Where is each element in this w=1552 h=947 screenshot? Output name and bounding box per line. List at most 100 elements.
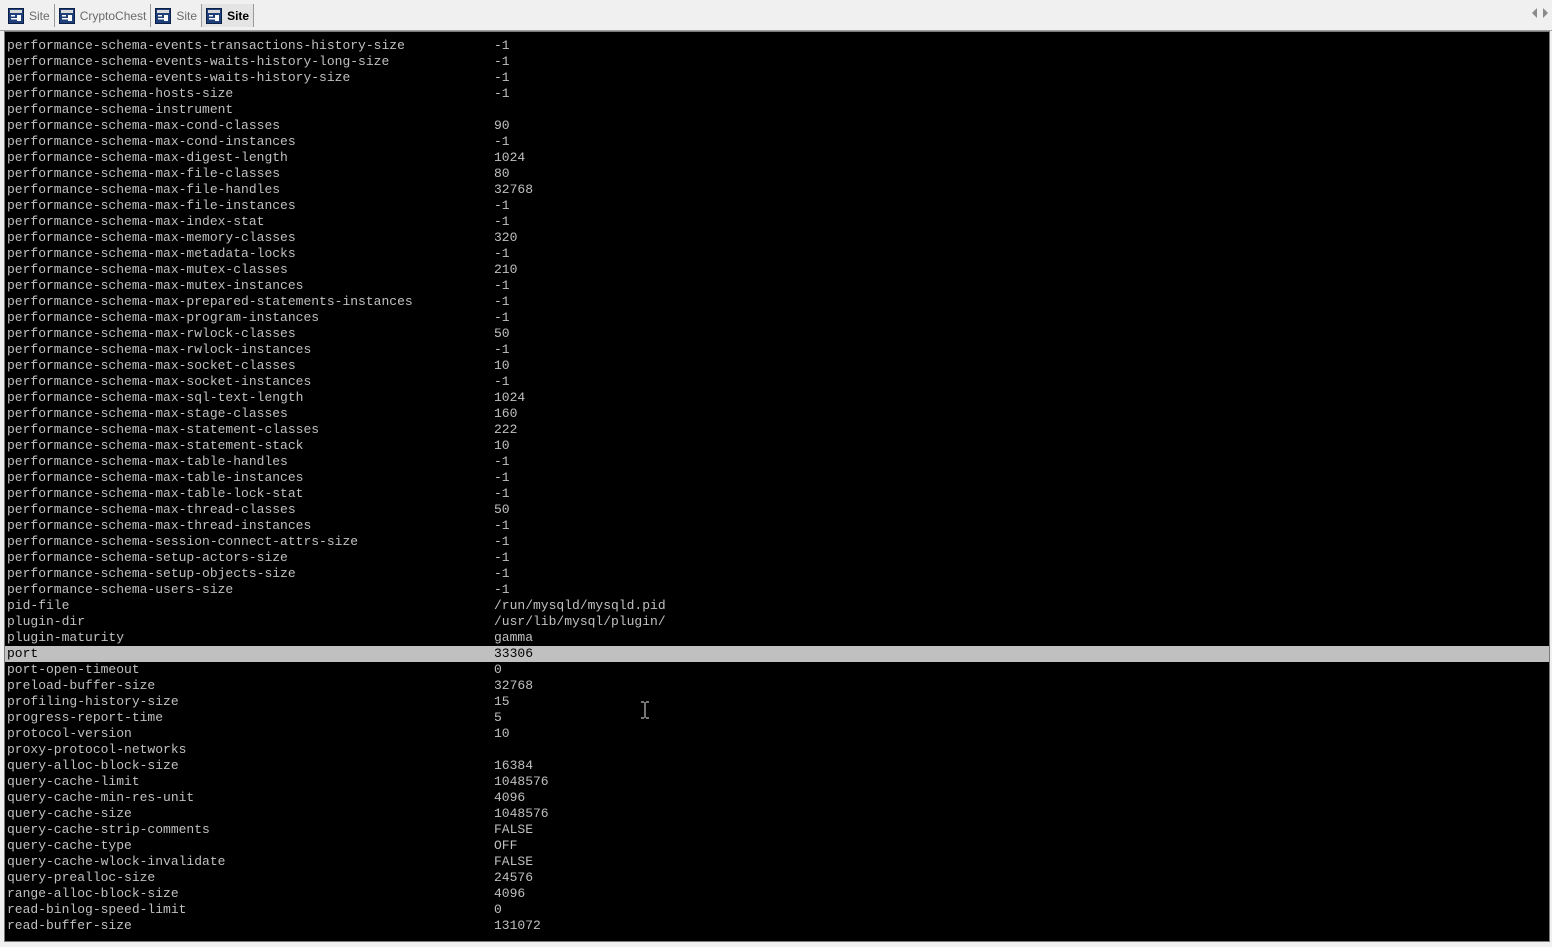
option-value: 131072 [494, 918, 541, 933]
terminal-line: port 33306 [5, 646, 1549, 662]
option-value: 33306 [494, 646, 534, 661]
option-value: 210 [494, 262, 518, 277]
session-tab-1[interactable]: Site [4, 4, 55, 27]
option-name: performance-schema-max-rwlock-instances [7, 342, 312, 357]
tab-scroll-arrows [1532, 8, 1548, 18]
option-name: protocol-version [7, 726, 132, 741]
terminal-line: query-cache-limit 1048576 [5, 774, 1549, 790]
option-name: query-cache-wlock-invalidate [7, 854, 226, 869]
option-name: performance-schema-max-statement-stack [7, 438, 304, 453]
option-name: query-cache-limit [7, 774, 140, 789]
option-name: plugin-maturity [7, 630, 125, 645]
terminal-line: performance-schema-events-waits-history-… [5, 70, 1549, 86]
terminal-line: performance-schema-max-statement-stack 10 [5, 438, 1549, 454]
scroll-left-icon[interactable] [1532, 8, 1537, 18]
option-value: gamma [494, 630, 534, 645]
tab-label: Site [227, 8, 250, 23]
option-value: 32768 [494, 678, 534, 693]
terminal-line: query-alloc-block-size 16384 [5, 758, 1549, 774]
option-value: 0 [494, 662, 502, 677]
option-name: preload-buffer-size [7, 678, 156, 693]
terminal-line: performance-schema-max-socket-instances -… [5, 374, 1549, 390]
option-value: -1 [494, 54, 510, 69]
session-tab-2[interactable]: CryptoChest [55, 4, 152, 27]
option-value: -1 [494, 342, 510, 357]
option-value: -1 [494, 470, 510, 485]
option-name: performance-schema-max-table-handles [7, 454, 288, 469]
option-name: performance-schema-max-thread-classes [7, 502, 296, 517]
tab-label: Site [176, 8, 198, 23]
option-value: -1 [494, 486, 510, 501]
terminal-line: performance-schema-session-connect-attrs… [5, 534, 1549, 550]
terminal-line: performance-schema-max-thread-classes 50 [5, 502, 1549, 518]
option-value: -1 [494, 134, 510, 149]
terminal-line: performance-schema-max-socket-classes 10 [5, 358, 1549, 374]
option-value: 80 [494, 166, 510, 181]
terminal-line: plugin-maturity gamma [5, 630, 1549, 646]
session-tab-bar: Site CryptoChest Site Site [0, 0, 1552, 31]
terminal-line: performance-schema-users-size -1 [5, 582, 1549, 598]
option-value: -1 [494, 246, 510, 261]
terminal-line: performance-schema-setup-objects-size -1 [5, 566, 1549, 582]
option-value: -1 [494, 278, 510, 293]
terminal-line: performance-schema-max-table-lock-stat -1 [5, 486, 1549, 502]
option-value: 32768 [494, 182, 534, 197]
option-name: performance-schema-max-rwlock-classes [7, 326, 296, 341]
terminal-line: protocol-version 10 [5, 726, 1549, 742]
option-name: performance-schema-max-cond-classes [7, 118, 281, 133]
terminal-line: query-cache-wlock-invalidate FALSE [5, 854, 1549, 870]
option-value: 1048576 [494, 774, 549, 789]
option-value: -1 [494, 550, 510, 565]
option-name: performance-schema-setup-objects-size [7, 566, 296, 581]
terminal-line: performance-schema-max-cond-instances -1 [5, 134, 1549, 150]
option-name: port-open-timeout [7, 662, 140, 677]
option-name: range-alloc-block-size [7, 886, 179, 901]
option-name: performance-schema-max-file-instances [7, 198, 296, 213]
option-value: 50 [494, 326, 510, 341]
terminal-line: performance-schema-instrument [5, 102, 1549, 118]
terminal-line: query-prealloc-size 24576 [5, 870, 1549, 886]
terminal-line: profiling-history-size 15 [5, 694, 1549, 710]
terminal-line: performance-schema-max-sql-text-length 10… [5, 390, 1549, 406]
terminal-line: performance-schema-max-table-instances -1 [5, 470, 1549, 486]
option-value: -1 [494, 38, 510, 53]
option-name: pid-file [7, 598, 70, 613]
option-name: performance-schema-max-prepared-statemen… [7, 294, 413, 309]
option-name: performance-schema-max-sql-text-length [7, 390, 304, 405]
terminal-line: read-binlog-speed-limit 0 [5, 902, 1549, 918]
option-name: performance-schema-max-socket-instances [7, 374, 312, 389]
option-value: -1 [494, 566, 510, 581]
scroll-right-icon[interactable] [1543, 8, 1548, 18]
terminal-line: performance-schema-max-mutex-instances -1 [5, 278, 1549, 294]
option-name: performance-schema-events-waits-history-… [7, 54, 390, 69]
option-name: read-binlog-speed-limit [7, 902, 187, 917]
option-value: -1 [494, 374, 510, 389]
terminal-line: performance-schema-max-file-handles 32768 [5, 182, 1549, 198]
option-value: FALSE [494, 854, 534, 869]
ibeam-cursor-icon [641, 701, 649, 719]
terminal-app-icon [155, 7, 172, 24]
terminal-window[interactable]: performance-schema-events-transactions-h… [4, 31, 1550, 942]
option-name: performance-schema-max-thread-instances [7, 518, 312, 533]
option-value: 160 [494, 406, 518, 421]
terminal-line: performance-schema-events-transactions-h… [5, 38, 1549, 54]
option-value: 1048576 [494, 806, 549, 821]
option-name: performance-schema-max-statement-classes [7, 422, 320, 437]
option-value: /usr/lib/mysql/plugin/ [494, 614, 666, 629]
session-tab-3[interactable]: Site [151, 4, 203, 27]
option-name: performance-schema-events-waits-history-… [7, 70, 351, 85]
terminal-line: progress-report-time 5 [5, 710, 1549, 726]
option-name: performance-schema-max-mutex-instances [7, 278, 304, 293]
option-value: OFF [494, 838, 518, 853]
terminal-line: performance-schema-max-metadata-locks -1 [5, 246, 1549, 262]
option-name: performance-schema-max-stage-classes [7, 406, 288, 421]
option-name: performance-schema-max-index-stat [7, 214, 265, 229]
option-value: 4096 [494, 790, 526, 805]
terminal-line: performance-schema-max-rwlock-instances -… [5, 342, 1549, 358]
session-tab-4[interactable]: Site [202, 4, 255, 27]
option-value: -1 [494, 518, 510, 533]
window-bottom-edge [0, 942, 1552, 947]
terminal-line: performance-schema-hosts-size -1 [5, 86, 1549, 102]
terminal-line: performance-schema-events-waits-history-… [5, 54, 1549, 70]
terminal-line: performance-schema-max-statement-classes… [5, 422, 1549, 438]
